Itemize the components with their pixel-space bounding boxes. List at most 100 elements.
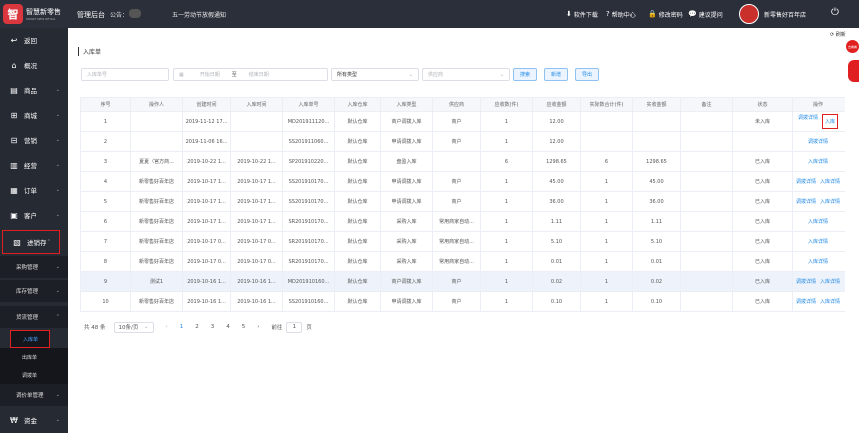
supplier: 常用商家自动... bbox=[432, 232, 480, 251]
actual-amount: 0.02 bbox=[632, 272, 680, 291]
sidebar-sub-purchase[interactable]: 采购管理 ⌄ bbox=[0, 256, 68, 278]
sidebar-item-label: 经营 bbox=[24, 162, 37, 170]
page-number[interactable]: 1 bbox=[180, 324, 184, 330]
shop-name[interactable]: 新零售好百年店 bbox=[764, 10, 806, 19]
status: 已入库 bbox=[732, 232, 792, 251]
customer-icon: ▣ bbox=[10, 210, 18, 220]
create-button[interactable]: 新增 bbox=[544, 68, 568, 81]
transfer-detail-link[interactable]: 调拨详情 bbox=[796, 178, 816, 185]
sidebar-leaf-outbound[interactable]: 出库单 bbox=[0, 348, 68, 366]
chevron-down-icon: ⌄ bbox=[55, 162, 60, 168]
expected-amount: 45.00 bbox=[532, 172, 580, 191]
supplier-select[interactable]: 供应商 ⌄ bbox=[422, 68, 510, 81]
notice-label: 公告： bbox=[110, 12, 129, 19]
software-download-link[interactable]: ⬇ 软件下载 bbox=[566, 8, 598, 20]
status bbox=[732, 132, 792, 151]
sidebar-item-customers[interactable]: ▣ 客户 ⌄ bbox=[0, 203, 68, 227]
sidebar-sub-price-mgmt[interactable]: 调价单管理 ⌄ bbox=[0, 384, 68, 406]
inbound-time: 2019-10-16 1... bbox=[230, 292, 282, 311]
warehouse: 默认仓库 bbox=[334, 112, 380, 131]
supplier: 常用商家自动... bbox=[432, 212, 480, 231]
inbound-detail-link[interactable]: 入库详情 bbox=[820, 178, 840, 185]
power-icon[interactable]: ⏻ bbox=[831, 7, 839, 18]
change-password-link[interactable]: 🔒 修改密码 bbox=[648, 8, 683, 20]
float-badge[interactable]: 去看看 bbox=[846, 40, 859, 53]
page-size-value: 10条/页 bbox=[118, 325, 139, 331]
sidebar-item-orders[interactable]: ▦ 订单 ⌄ bbox=[0, 178, 68, 202]
chevron-down-icon: ⌄ bbox=[55, 417, 60, 423]
sidebar-item-goods[interactable]: ▤ 商品 ⌄ bbox=[0, 78, 68, 102]
page-size-select[interactable]: 10条/页 ⌄ bbox=[113, 321, 154, 333]
order-no-input[interactable]: 入库单号 bbox=[81, 68, 169, 81]
inbound-action-link[interactable]: 入库 bbox=[822, 114, 839, 129]
page-number[interactable]: 4 bbox=[226, 324, 230, 330]
sidebar-leaf-inbound[interactable]: 入库单 bbox=[10, 330, 50, 348]
refresh-button[interactable]: ⟳ 刷新 bbox=[830, 31, 846, 38]
warehouse: 默认仓库 bbox=[334, 172, 380, 191]
sidebar-item-mall[interactable]: ⊞ 商城 ⌄ bbox=[0, 103, 68, 127]
created-time: 2019-11-06 16... bbox=[182, 132, 230, 151]
next-page-icon[interactable]: › bbox=[257, 324, 259, 330]
row-actions: 调拨详情 入库 bbox=[792, 112, 843, 131]
prev-page-icon[interactable]: ‹ bbox=[166, 324, 168, 330]
inbound-detail-link[interactable]: 入库详情 bbox=[808, 158, 828, 165]
start-date-input[interactable]: 开始日期 bbox=[200, 71, 220, 78]
sidebar-leaf-label: 调拨单 bbox=[22, 372, 38, 379]
actual-qty: 6 bbox=[580, 152, 632, 171]
actual-qty: 1 bbox=[580, 272, 632, 291]
supplier: 商户 bbox=[432, 112, 480, 131]
transfer-detail-link[interactable]: 调拨详情 bbox=[798, 114, 818, 129]
sidebar-item-finance[interactable]: ₩ 资金 ⌄ bbox=[0, 408, 68, 432]
page-number[interactable]: 3 bbox=[211, 324, 215, 330]
help-icon: ? bbox=[606, 10, 610, 18]
sidebar-sub-label: 调价单管理 bbox=[16, 393, 44, 399]
transfer-detail-link[interactable]: 调拨详情 bbox=[796, 198, 816, 205]
operator bbox=[130, 132, 182, 151]
sidebar-leaf-transfer[interactable]: 调拨单 bbox=[0, 366, 68, 384]
operator: 新零售好百年店 bbox=[130, 252, 182, 271]
sidebar-item-back[interactable]: ↩ 返回 bbox=[0, 28, 68, 52]
type-select[interactable]: 所有类型 ⌄ bbox=[331, 68, 419, 81]
row-actions: 入库详情 bbox=[792, 212, 843, 231]
inbound-detail-link[interactable]: 入库详情 bbox=[808, 218, 828, 225]
logo-title: 智慧新零售 bbox=[26, 8, 61, 16]
sidebar-sub-goods-flow[interactable]: 货流管理 ⌃ bbox=[0, 306, 68, 328]
inbound-detail-link[interactable]: 入库详情 bbox=[820, 278, 840, 285]
actual-qty: 1 bbox=[580, 232, 632, 251]
expected-amount: 1298.65 bbox=[532, 152, 580, 171]
transfer-detail-link[interactable]: 调拨详情 bbox=[796, 298, 816, 305]
sidebar-sub-stock[interactable]: 库存管理 ⌄ bbox=[0, 280, 68, 302]
inbound-detail-link[interactable]: 入库详情 bbox=[820, 298, 840, 305]
sidebar-item-marketing[interactable]: ⊟ 营销 ⌄ bbox=[0, 128, 68, 152]
sidebar-item-inventory[interactable]: ▧ 进销存 ⌃ bbox=[2, 230, 60, 254]
supplier: 商户 bbox=[432, 172, 480, 191]
avatar[interactable] bbox=[739, 4, 759, 24]
supplier: 商户 bbox=[432, 272, 480, 291]
goto-page-input[interactable]: 1 bbox=[286, 321, 303, 333]
feedback-link[interactable]: 💬 建议提问 bbox=[688, 8, 723, 20]
help-center-link[interactable]: ? 帮助中心 bbox=[606, 8, 636, 20]
date-range-picker[interactable]: ▦ 开始日期 至 结束日期 bbox=[173, 68, 328, 81]
notice-speaker-icon[interactable] bbox=[129, 9, 141, 18]
float-side-tab[interactable] bbox=[848, 60, 859, 82]
sidebar-item-overview[interactable]: ⌂ 概况 bbox=[0, 53, 68, 77]
end-date-input[interactable]: 结束日期 bbox=[249, 71, 269, 78]
transfer-detail-link[interactable]: 调拨详情 bbox=[796, 278, 816, 285]
logo[interactable]: 智 智慧新零售 SMART NEW RETAIL bbox=[3, 2, 69, 26]
export-button[interactable]: 导出 bbox=[575, 68, 599, 81]
sidebar-sub-label: 采购管理 bbox=[16, 265, 39, 271]
page-number[interactable]: 2 bbox=[195, 324, 199, 330]
inbound-detail-link[interactable]: 入库详情 bbox=[808, 238, 828, 245]
transfer-detail-link[interactable]: 调拨详情 bbox=[808, 138, 828, 145]
page-number[interactable]: 5 bbox=[242, 324, 246, 330]
marketing-icon: ⊟ bbox=[10, 135, 18, 145]
inbound-detail-link[interactable]: 入库详情 bbox=[808, 258, 828, 265]
inbound-time: 2019-10-17 1... bbox=[230, 172, 282, 191]
column-header: 操作人 bbox=[130, 98, 182, 111]
inbound-detail-link[interactable]: 入库详情 bbox=[820, 198, 840, 205]
sidebar-item-operation[interactable]: ▥ 经营 ⌄ bbox=[0, 153, 68, 177]
table-row: 1 2019-11-12 17... MD201911120... 默认仓库 商户调拨入… bbox=[80, 112, 845, 132]
sidebar: ↩ 返回 ⌂ 概况 ▤ 商品 ⌄ ⊞ 商城 ⌄ ⊟ 营销 ⌄ ▥ 经营 ⌄ ▦ … bbox=[0, 28, 68, 433]
notice-text[interactable]: 五一劳动节放假通知 bbox=[172, 10, 226, 19]
search-button[interactable]: 搜索 bbox=[513, 68, 537, 81]
